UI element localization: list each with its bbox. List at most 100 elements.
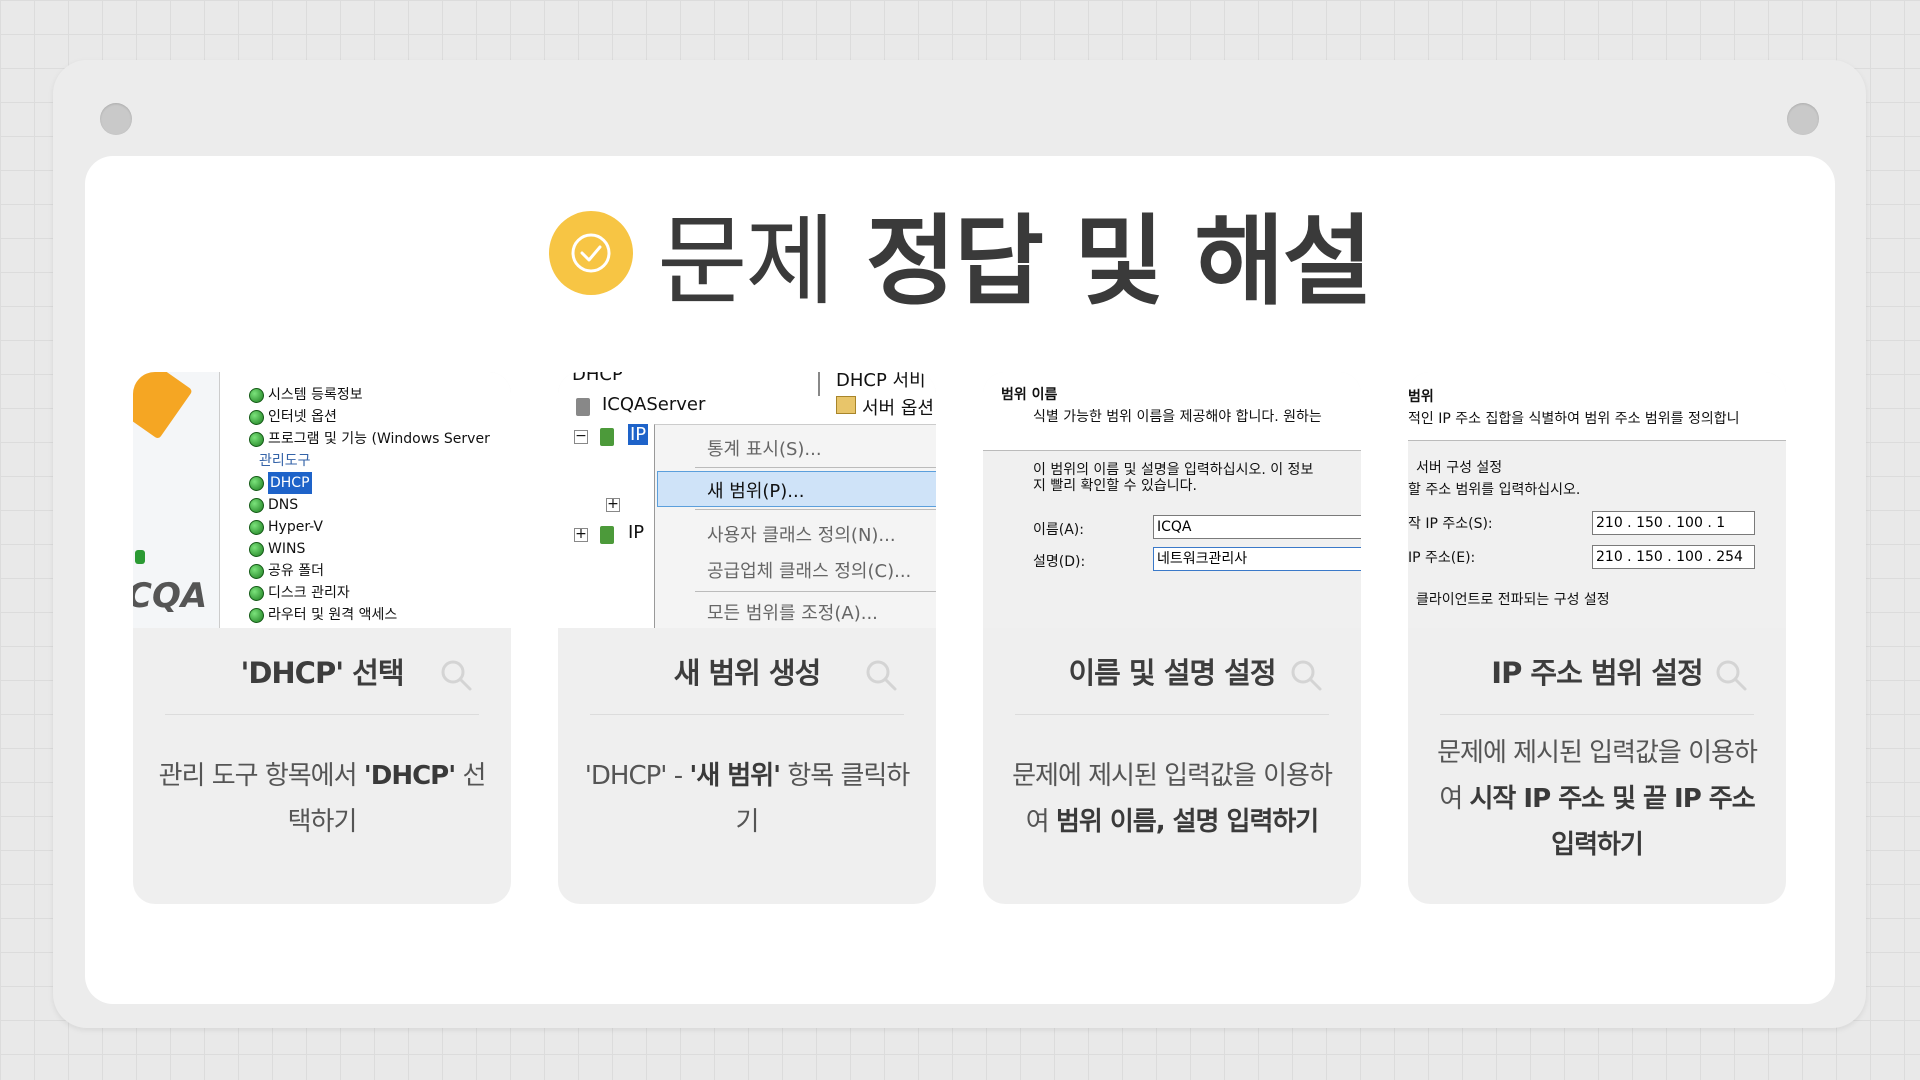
scope-name-field[interactable]: ICQA	[1153, 515, 1361, 539]
menu-item-stats[interactable]: 통계 표시(S)...	[707, 435, 822, 461]
tree-server[interactable]: ICQAServer	[602, 394, 705, 415]
search-icon[interactable]	[1714, 658, 1748, 692]
right-pane-header: DHCP 서비	[836, 372, 926, 391]
context-menu: 통계 표시(S)... 새 범위(P)... 사용자 클래스 정의(N)... …	[654, 424, 936, 628]
tree-root: DHCP	[572, 372, 623, 385]
menu-item-new-scope[interactable]: 새 범위(P)...	[707, 477, 804, 503]
tree-node-ip[interactable]: IP	[628, 522, 644, 543]
dialog-heading: 범위 이름	[1001, 387, 1058, 403]
card-header: IP 주소 범위 설정	[1440, 628, 1754, 715]
start-ip-field[interactable]: 210 . 150 . 100 . 1	[1592, 511, 1755, 535]
card-header: 새 범위 생성	[590, 628, 904, 715]
dialog-body: 서버 구성 설정 할 주소 범위를 입력하십시오. 작 IP 주소(S): 21…	[1408, 441, 1786, 628]
dialog-header: 범위 이름 식별 가능한 범위 이름을 제공해야 합니다. 원하는	[983, 372, 1361, 451]
list-item[interactable]: Hyper-V	[249, 516, 490, 538]
green-dot-icon	[249, 563, 264, 579]
menu-item-user-class[interactable]: 사용자 클래스 정의(N)...	[707, 521, 896, 547]
menu-separator	[695, 467, 936, 468]
section-label: 서버 구성 설정	[1416, 460, 1503, 476]
step-cards: CQA 시스템 등록정보 인터넷 옵션 프로그램 및 기능 (Windows S…	[133, 372, 1787, 904]
card-title: IP 주소 범위 설정	[1491, 656, 1703, 690]
dialog-instruction-2: 지 빨리 확인할 수 있습니다.	[1033, 478, 1197, 494]
step-card-ip-range: 범위 적인 IP 주소 집합을 식별하여 범위 주소 범위를 정의합니 서버 구…	[1408, 372, 1786, 904]
search-icon[interactable]	[864, 658, 898, 692]
end-ip-label: IP 주소(E):	[1408, 550, 1476, 566]
menu-item-reconcile[interactable]: 모든 범위를 조정(A)...	[707, 599, 878, 625]
green-dot-icon	[249, 585, 264, 601]
list-item[interactable]: 디스크 관리자	[249, 582, 490, 604]
screenshot-admin-tools[interactable]: CQA 시스템 등록정보 인터넷 옵션 프로그램 및 기능 (Windows S…	[133, 372, 511, 628]
logo-area: CQA	[133, 372, 220, 628]
right-pane-item: 서버 옵션	[862, 398, 934, 419]
card-header: 'DHCP' 선택	[165, 628, 479, 715]
ipv6-icon	[600, 526, 614, 544]
dialog-header: 범위 적인 IP 주소 집합을 식별하여 범위 주소 범위를 정의합니	[1408, 372, 1786, 441]
list-item-dhcp[interactable]: DHCP	[249, 472, 490, 494]
list-item[interactable]: WINS	[249, 538, 490, 560]
page-header: 문제 정답 및 해설	[85, 198, 1835, 319]
green-dot-icon	[249, 519, 264, 535]
list-item[interactable]: DNS	[249, 494, 490, 516]
collapse-icon[interactable]: −	[574, 429, 588, 444]
pin-right	[1787, 103, 1819, 135]
card-header: 이름 및 설명 설정	[1015, 628, 1329, 715]
dialog-subtitle: 식별 가능한 범위 이름을 제공해야 합니다. 원하는	[1033, 409, 1322, 425]
green-dot-icon	[249, 541, 264, 557]
screenshot-scope-name[interactable]: 범위 이름 식별 가능한 범위 이름을 제공해야 합니다. 원하는 이 범위의 …	[983, 372, 1361, 628]
list-item[interactable]: 라우터 및 원격 액세스	[249, 604, 490, 626]
step-card-new-scope: DHCP ICQAServer − IP + + IP DHCP 서비 서버 옵…	[558, 372, 936, 904]
dialog-body: 이 범위의 이름 및 설명을 입력하십시오. 이 정보 지 빨리 확인할 수 있…	[983, 451, 1361, 628]
list-item[interactable]: 공유 폴더	[249, 560, 490, 582]
card-title: 이름 및 설명 설정	[1068, 656, 1276, 690]
check-icon	[549, 211, 634, 295]
green-dot-icon	[249, 475, 264, 491]
start-ip-label: 작 IP 주소(S):	[1408, 516, 1493, 532]
green-dot-icon	[249, 387, 264, 403]
end-ip-field[interactable]: 210 . 150 . 100 . 254	[1592, 545, 1755, 569]
green-dot-icon	[249, 497, 264, 513]
folder-icon	[836, 396, 856, 414]
group-label: 관리도구	[259, 453, 311, 469]
card-description: 문제에 제시된 입력값을 이용하여 범위 이름, 설명 입력하기	[1012, 761, 1333, 837]
card-description: 'DHCP' - '새 범위' 항목 클릭하기	[584, 761, 910, 837]
card-title: 새 범위 생성	[673, 656, 822, 690]
description-label: 설명(D):	[1033, 554, 1086, 570]
list-item[interactable]: 인터넷 옵션	[249, 406, 490, 428]
dialog-subtitle: 적인 IP 주소 집합을 식별하여 범위 주소 범위를 정의합니	[1408, 411, 1740, 427]
tree-node-ip-selected[interactable]: IP	[628, 424, 649, 445]
pane-divider	[818, 372, 820, 396]
green-dot-icon	[249, 409, 264, 425]
content-panel: 문제 정답 및 해설 CQA 시스템 등록정보 인터넷 옵션 프로그램 및 기능…	[85, 156, 1835, 1004]
title-light: 문제	[657, 205, 835, 319]
card-title: 'DHCP' 선택	[240, 656, 404, 690]
name-label: 이름(A):	[1033, 522, 1084, 538]
menu-separator	[695, 509, 936, 510]
server-icon	[576, 398, 590, 416]
search-icon[interactable]	[439, 658, 473, 692]
scope-description-field[interactable]: 네트워크관리사	[1153, 547, 1361, 571]
page-title: 문제 정답 및 해설	[657, 182, 1373, 324]
control-list: 시스템 등록정보 인터넷 옵션 프로그램 및 기능 (Windows Serve…	[249, 384, 490, 626]
expand-icon[interactable]: +	[574, 527, 588, 542]
card-description: 문제에 제시된 입력값을 이용하여 시작 IP 주소 및 끝 IP 주소 입력하…	[1437, 738, 1758, 860]
list-item[interactable]: 프로그램 및 기능 (Windows Server	[249, 428, 490, 450]
green-shape	[135, 550, 145, 564]
menu-separator	[695, 591, 936, 592]
title-bold: 정답 및 해설	[865, 205, 1373, 319]
step-card-dhcp: CQA 시스템 등록정보 인터넷 옵션 프로그램 및 기능 (Windows S…	[133, 372, 511, 904]
step-card-name: 범위 이름 식별 가능한 범위 이름을 제공해야 합니다. 원하는 이 범위의 …	[983, 372, 1361, 904]
ipv4-icon	[600, 428, 614, 446]
expand-icon[interactable]: +	[606, 497, 620, 512]
screenshot-ip-range[interactable]: 범위 적인 IP 주소 집합을 식별하여 범위 주소 범위를 정의합니 서버 구…	[1408, 372, 1786, 628]
list-item[interactable]: 시스템 등록정보	[249, 384, 490, 406]
menu-item-vendor-class[interactable]: 공급업체 클래스 정의(C)...	[707, 557, 911, 583]
dialog-heading: 범위	[1408, 389, 1434, 405]
footer-label: 클라이언트로 전파되는 구성 설정	[1416, 592, 1610, 608]
search-icon[interactable]	[1289, 658, 1323, 692]
screenshot-context-menu[interactable]: DHCP ICQAServer − IP + + IP DHCP 서비 서버 옵…	[558, 372, 936, 628]
pin-left	[100, 103, 132, 135]
orange-shape	[133, 372, 193, 440]
card-description: 관리 도구 항목에서 'DHCP' 선택하기	[158, 761, 487, 837]
green-dot-icon	[249, 607, 264, 623]
dialog-instruction: 할 주소 범위를 입력하십시오.	[1408, 482, 1581, 498]
